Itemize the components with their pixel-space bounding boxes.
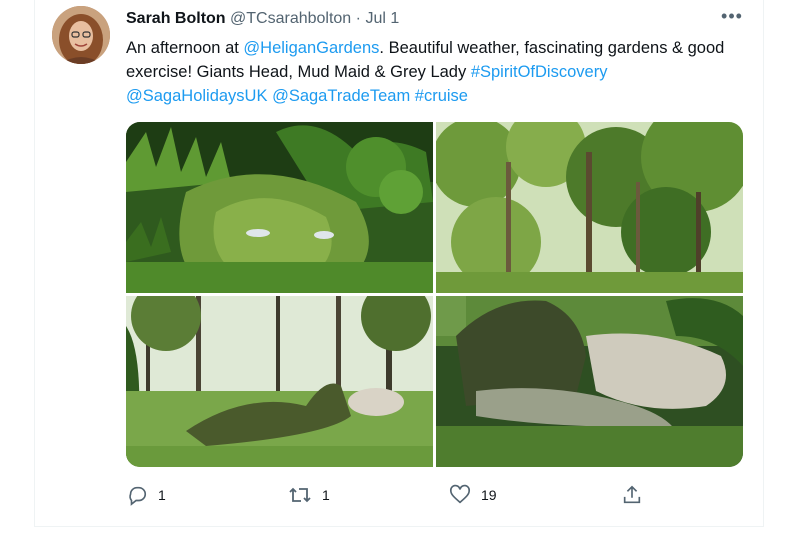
retweet-button[interactable]: 1 <box>288 483 330 507</box>
photo-grey-lady[interactable] <box>436 296 743 467</box>
mention-link[interactable]: @SagaHolidaysUK <box>126 87 267 105</box>
mention-link[interactable]: @SagaTradeTeam <box>272 87 410 105</box>
like-button[interactable]: 19 <box>449 483 497 507</box>
author-name[interactable]: Sarah Bolton <box>126 10 226 27</box>
hashtag-link[interactable]: #SpiritOfDiscovery <box>471 63 608 81</box>
action-bar: 1 1 19 <box>126 483 746 507</box>
share-button[interactable] <box>621 483 643 507</box>
hashtag-link[interactable]: #cruise <box>415 87 468 105</box>
retweet-count: 1 <box>322 487 330 503</box>
reply-count: 1 <box>158 487 166 503</box>
mention-link[interactable]: @HeliganGardens <box>243 39 379 57</box>
like-count: 19 <box>481 487 497 503</box>
photo-mud-maid[interactable] <box>126 296 433 467</box>
author-avatar[interactable] <box>52 6 110 64</box>
tweet-header: Sarah Bolton @TCsarahbolton · Jul 1 <box>126 9 399 29</box>
reply-icon <box>126 484 148 506</box>
tweet-text: An afternoon at @HeliganGardens. Beautif… <box>126 36 736 108</box>
photo-giants-head[interactable] <box>126 122 433 293</box>
photo-woodland[interactable] <box>436 122 743 293</box>
like-icon <box>449 484 471 506</box>
separator: · <box>355 10 361 27</box>
more-icon[interactable]: ••• <box>718 7 746 28</box>
author-handle[interactable]: @TCsarahbolton <box>230 10 351 27</box>
text-segment: An afternoon at <box>126 39 244 57</box>
share-icon <box>621 484 643 506</box>
retweet-icon <box>288 484 312 506</box>
media-grid <box>126 122 743 467</box>
reply-button[interactable]: 1 <box>126 483 166 507</box>
tweet-date[interactable]: Jul 1 <box>365 10 399 27</box>
